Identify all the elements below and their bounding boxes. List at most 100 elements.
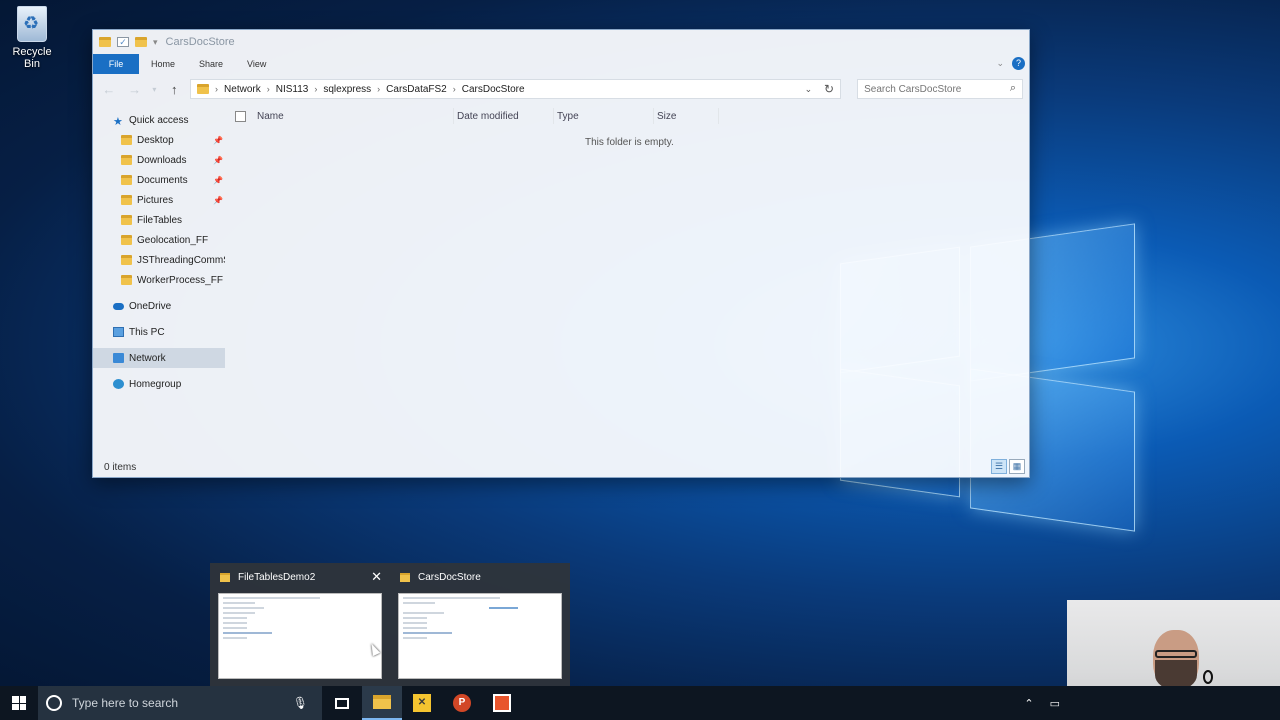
- new-folder-icon[interactable]: [135, 37, 147, 47]
- nav-homegroup[interactable]: Homegroup: [93, 374, 225, 394]
- nav-workerprocess[interactable]: WorkerProcess_FF: [93, 270, 225, 290]
- recycle-bin-shortcut[interactable]: Recycle Bin: [4, 4, 60, 70]
- breadcrumb-server[interactable]: NIS113: [276, 84, 309, 95]
- large-icons-view-icon[interactable]: ▦: [1009, 459, 1025, 474]
- pin-icon: 📌: [213, 135, 223, 145]
- folder-icon: [121, 195, 132, 205]
- file-explorer-window: ✓ ▾ CarsDocStore File Home Share View ⌄ …: [92, 29, 1030, 478]
- nav-desktop[interactable]: Desktop 📌: [93, 130, 225, 150]
- tab-home[interactable]: Home: [139, 54, 187, 74]
- folder-icon: [121, 255, 132, 265]
- recycle-bin-icon: [17, 6, 47, 42]
- nav-quick-access[interactable]: ★ Quick access: [93, 110, 225, 130]
- help-icon[interactable]: ?: [1012, 57, 1025, 70]
- address-bar[interactable]: › Network › NIS113 › sqlexpress › CarsDa…: [190, 79, 842, 99]
- file-explorer-button[interactable]: [362, 686, 402, 720]
- search-icon: ⌕: [1009, 82, 1016, 94]
- address-history-icon[interactable]: ⌄: [805, 84, 813, 95]
- explorer-body: ★ Quick access Desktop 📌 Downloads 📌 Doc…: [93, 104, 1029, 446]
- nav-jsthreading[interactable]: JSThreadingCommS: [93, 250, 225, 270]
- up-arrow-icon[interactable]: ↑: [164, 82, 184, 97]
- breadcrumb-instance[interactable]: sqlexpress: [323, 84, 371, 95]
- back-arrow-icon[interactable]: ←: [99, 82, 119, 97]
- start-button[interactable]: [0, 686, 38, 720]
- breadcrumb-current[interactable]: CarsDocStore: [462, 84, 525, 95]
- task-view-icon: [335, 697, 349, 709]
- item-count: 0 items: [104, 461, 137, 473]
- show-hidden-icons-icon[interactable]: ⌃: [1024, 697, 1033, 710]
- taskbar: 🎙 ✕ P ⌃ ▭: [0, 686, 1280, 720]
- tab-share[interactable]: Share: [187, 54, 235, 74]
- powerpoint-button[interactable]: P: [442, 686, 482, 720]
- star-icon: ★: [113, 116, 123, 128]
- refresh-icon[interactable]: ↻: [824, 82, 834, 96]
- details-view-icon[interactable]: ☰: [991, 459, 1007, 474]
- thumbnail-window-1[interactable]: FileTablesDemo2 ✕: [212, 563, 388, 686]
- task-view-button[interactable]: [322, 686, 362, 720]
- folder-icon: [121, 135, 132, 145]
- navigation-pane: ★ Quick access Desktop 📌 Downloads 📌 Doc…: [93, 104, 225, 446]
- column-headers: Name Date modified Type Size: [225, 104, 1029, 128]
- folder-icon: [99, 37, 111, 47]
- recent-locations-icon[interactable]: ▾: [150, 85, 158, 94]
- pin-icon: 📌: [213, 175, 223, 185]
- close-icon[interactable]: ✕: [371, 569, 382, 585]
- column-type[interactable]: Type: [554, 108, 654, 124]
- file-list[interactable]: Name Date modified Type Size This folder…: [225, 104, 1029, 446]
- nav-pictures[interactable]: Pictures 📌: [93, 190, 225, 210]
- network-status-icon[interactable]: ▭: [1050, 697, 1060, 710]
- nav-geolocation[interactable]: Geolocation_FF: [93, 230, 225, 250]
- folder-icon: [220, 572, 230, 582]
- taskbar-thumbnail-preview: FileTablesDemo2 ✕ CarsDocStore: [210, 563, 570, 686]
- taskbar-search-input[interactable]: [72, 696, 272, 710]
- pin-icon: 📌: [213, 195, 223, 205]
- cortana-icon: [46, 695, 62, 711]
- folder-icon: [121, 275, 132, 285]
- title-bar: ✓ ▾ CarsDocStore: [93, 30, 1029, 54]
- microphone-icon[interactable]: 🎙: [293, 696, 308, 710]
- nav-documents[interactable]: Documents 📌: [93, 170, 225, 190]
- expand-ribbon-icon[interactable]: ⌄: [996, 58, 1004, 69]
- nav-onedrive[interactable]: OneDrive: [93, 296, 225, 316]
- properties-icon[interactable]: ✓: [117, 37, 129, 47]
- recorder-button[interactable]: [482, 686, 522, 720]
- window-title: CarsDocStore: [165, 36, 235, 48]
- nav-this-pc[interactable]: This PC: [93, 322, 225, 342]
- taskbar-search[interactable]: 🎙: [38, 686, 322, 720]
- thumbnail-title: CarsDocStore: [418, 571, 481, 583]
- location-folder-icon: [197, 84, 210, 94]
- file-explorer-icon: [373, 695, 391, 709]
- column-size[interactable]: Size: [654, 108, 719, 124]
- tab-view[interactable]: View: [235, 54, 278, 74]
- customize-toolbar-icon[interactable]: ▾: [153, 37, 158, 48]
- ssms-button[interactable]: ✕: [402, 686, 442, 720]
- powerpoint-icon: P: [453, 694, 471, 712]
- sql-server-management-studio-icon: ✕: [413, 694, 431, 712]
- status-bar: 0 items ☰ ▦: [93, 457, 1029, 477]
- pin-icon: 📌: [213, 155, 223, 165]
- folder-icon: [121, 155, 132, 165]
- breadcrumb-share[interactable]: CarsDataFS2: [386, 84, 447, 95]
- thumbnail-image: [398, 593, 562, 679]
- address-row: ← → ▾ ↑ › Network › NIS113 › sqlexpress …: [93, 74, 1029, 104]
- nav-filetables[interactable]: FileTables: [93, 210, 225, 230]
- thumbnail-window-2[interactable]: CarsDocStore: [392, 563, 568, 686]
- ribbon-tabs: File Home Share View ⌄ ?: [93, 54, 1029, 74]
- tab-file[interactable]: File: [93, 54, 139, 74]
- nav-downloads[interactable]: Downloads 📌: [93, 150, 225, 170]
- windows-icon: [12, 696, 26, 710]
- thumbnail-image: [218, 593, 382, 679]
- search-box[interactable]: ⌕: [857, 79, 1023, 99]
- nav-network[interactable]: Network: [93, 348, 225, 368]
- forward-arrow-icon[interactable]: →: [125, 82, 145, 97]
- folder-icon: [121, 175, 132, 185]
- recycle-bin-label: Recycle Bin: [12, 46, 52, 70]
- breadcrumb-network[interactable]: Network: [224, 84, 261, 95]
- column-name[interactable]: Name: [254, 108, 454, 124]
- column-date-modified[interactable]: Date modified: [454, 108, 554, 124]
- empty-folder-message: This folder is empty.: [585, 137, 674, 148]
- search-input[interactable]: [864, 83, 1005, 95]
- select-all-checkbox[interactable]: [235, 110, 246, 122]
- network-icon: [113, 353, 124, 363]
- system-tray: ⌃ ▭: [1024, 686, 1060, 720]
